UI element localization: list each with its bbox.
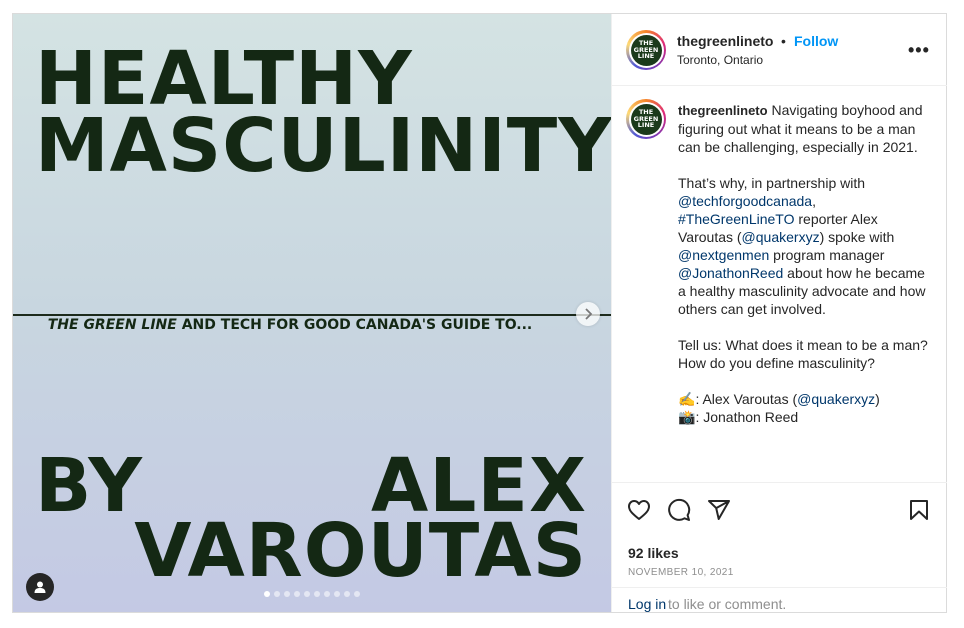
save-button[interactable] xyxy=(906,497,932,523)
post-sidebar: THE GREEN LINE thegreenlineto • Follow T… xyxy=(611,14,947,612)
like-button[interactable] xyxy=(626,497,652,523)
mention-nextgenmen[interactable]: @nextgenmen xyxy=(678,247,769,263)
share-button[interactable] xyxy=(706,497,732,523)
avatar-logo: THE GREEN LINE xyxy=(630,34,662,66)
header-username-link[interactable]: thegreenlineto xyxy=(677,33,773,49)
post-actions: 92 likes NOVEMBER 10, 2021 Log in to lik… xyxy=(612,482,947,612)
poster-by: BY xyxy=(35,443,143,529)
bookmark-icon xyxy=(910,500,928,520)
mention-techforgoodcanada[interactable]: @techforgoodcanada xyxy=(678,193,812,209)
carousel-dot xyxy=(344,591,350,597)
post-date[interactable]: NOVEMBER 10, 2021 xyxy=(628,567,734,578)
caption-paragraph-2: That’s why, in partnership with @techfor… xyxy=(678,174,928,318)
carousel-dot xyxy=(294,591,300,597)
comment-icon xyxy=(668,498,691,521)
heart-icon xyxy=(628,500,650,520)
caption-paragraph-3: Tell us: What does it mean to be a man? … xyxy=(678,337,928,371)
caption-text: thegreenlineto Navigating boyhood and fi… xyxy=(678,101,928,426)
login-prompt: Log in to like or comment. xyxy=(612,587,947,613)
chevron-right-icon xyxy=(585,308,593,320)
mention-quakerxyz[interactable]: @quakerxyz xyxy=(742,229,820,245)
caption-avatar[interactable]: THE GREEN LINE xyxy=(626,99,666,139)
caption-text-span: ) spoke with xyxy=(819,229,895,245)
poster-author-last: VAROUTAS xyxy=(134,508,587,594)
carousel-dot xyxy=(314,591,320,597)
caption-text-span: , xyxy=(812,193,816,209)
poster-guide-text: THE GREEN LINE AND TECH FOR GOOD CANADA'… xyxy=(13,317,611,333)
writer-emoji: ✍️ xyxy=(678,391,696,407)
poster-divider xyxy=(13,314,611,316)
login-prompt-text: to like or comment. xyxy=(668,596,787,612)
hashtag-link[interactable]: #TheGreenLineTO xyxy=(678,211,794,227)
more-options-button[interactable]: ••• xyxy=(908,40,930,61)
poster-title-line2: MASCULINITY xyxy=(35,103,611,189)
likes-count[interactable]: 92 likes xyxy=(628,545,679,561)
carousel-next-button[interactable] xyxy=(576,302,600,326)
caption-text-span: : Alex Varoutas ( xyxy=(695,391,798,407)
caption-text-span: ) xyxy=(875,391,880,407)
avatar-logo: THE GREEN LINE xyxy=(630,103,662,135)
credit-photographer: 📸: Jonathon Reed xyxy=(678,408,928,426)
header-avatar[interactable]: THE GREEN LINE xyxy=(626,30,666,70)
location-link[interactable]: Toronto, Ontario xyxy=(677,53,763,67)
caption-text-span: program manager xyxy=(769,247,885,263)
camera-emoji: 📸 xyxy=(678,409,696,425)
caption-credits: ✍️: Alex Varoutas (@quakerxyz) 📸: Jonath… xyxy=(678,390,928,426)
carousel-indicator xyxy=(13,591,611,597)
poster-guide-italic: THE GREEN LINE xyxy=(47,317,177,333)
caption-paragraph-1: thegreenlineto Navigating boyhood and fi… xyxy=(678,101,928,156)
caption-area: THE GREEN LINE thegreenlineto Navigating… xyxy=(612,87,947,481)
caption-text-span: That’s why, in partnership with xyxy=(678,175,866,191)
avatar-inner: THE GREEN LINE xyxy=(628,32,664,68)
credit-writer: ✍️: Alex Varoutas (@quakerxyz) xyxy=(678,390,928,408)
carousel-dot xyxy=(334,591,340,597)
post-image[interactable]: HEALTHY MASCULINITY THE GREEN LINE AND T… xyxy=(13,14,611,612)
mention-quakerxyz-credit[interactable]: @quakerxyz xyxy=(797,391,875,407)
poster-guide-rest: AND TECH FOR GOOD CANADA'S GUIDE TO... xyxy=(176,317,533,333)
post-header: THE GREEN LINE thegreenlineto • Follow T… xyxy=(612,14,947,86)
login-link[interactable]: Log in xyxy=(628,596,666,612)
caption-text-span: : Jonathon Reed xyxy=(695,409,799,425)
comment-button[interactable] xyxy=(666,497,692,523)
carousel-dot xyxy=(284,591,290,597)
carousel-dot xyxy=(354,591,360,597)
carousel-dot xyxy=(324,591,330,597)
avatar-inner: THE GREEN LINE xyxy=(628,101,664,137)
carousel-dot xyxy=(264,591,270,597)
header-separator: • xyxy=(781,33,786,49)
mention-jonathonreed[interactable]: @JonathonReed xyxy=(678,265,783,281)
caption-username-link[interactable]: thegreenlineto xyxy=(678,103,768,118)
share-icon xyxy=(708,500,730,520)
carousel-dot xyxy=(304,591,310,597)
carousel-dot xyxy=(274,591,280,597)
follow-button[interactable]: Follow xyxy=(794,33,838,49)
instagram-post-card: HEALTHY MASCULINITY THE GREEN LINE AND T… xyxy=(12,13,947,613)
